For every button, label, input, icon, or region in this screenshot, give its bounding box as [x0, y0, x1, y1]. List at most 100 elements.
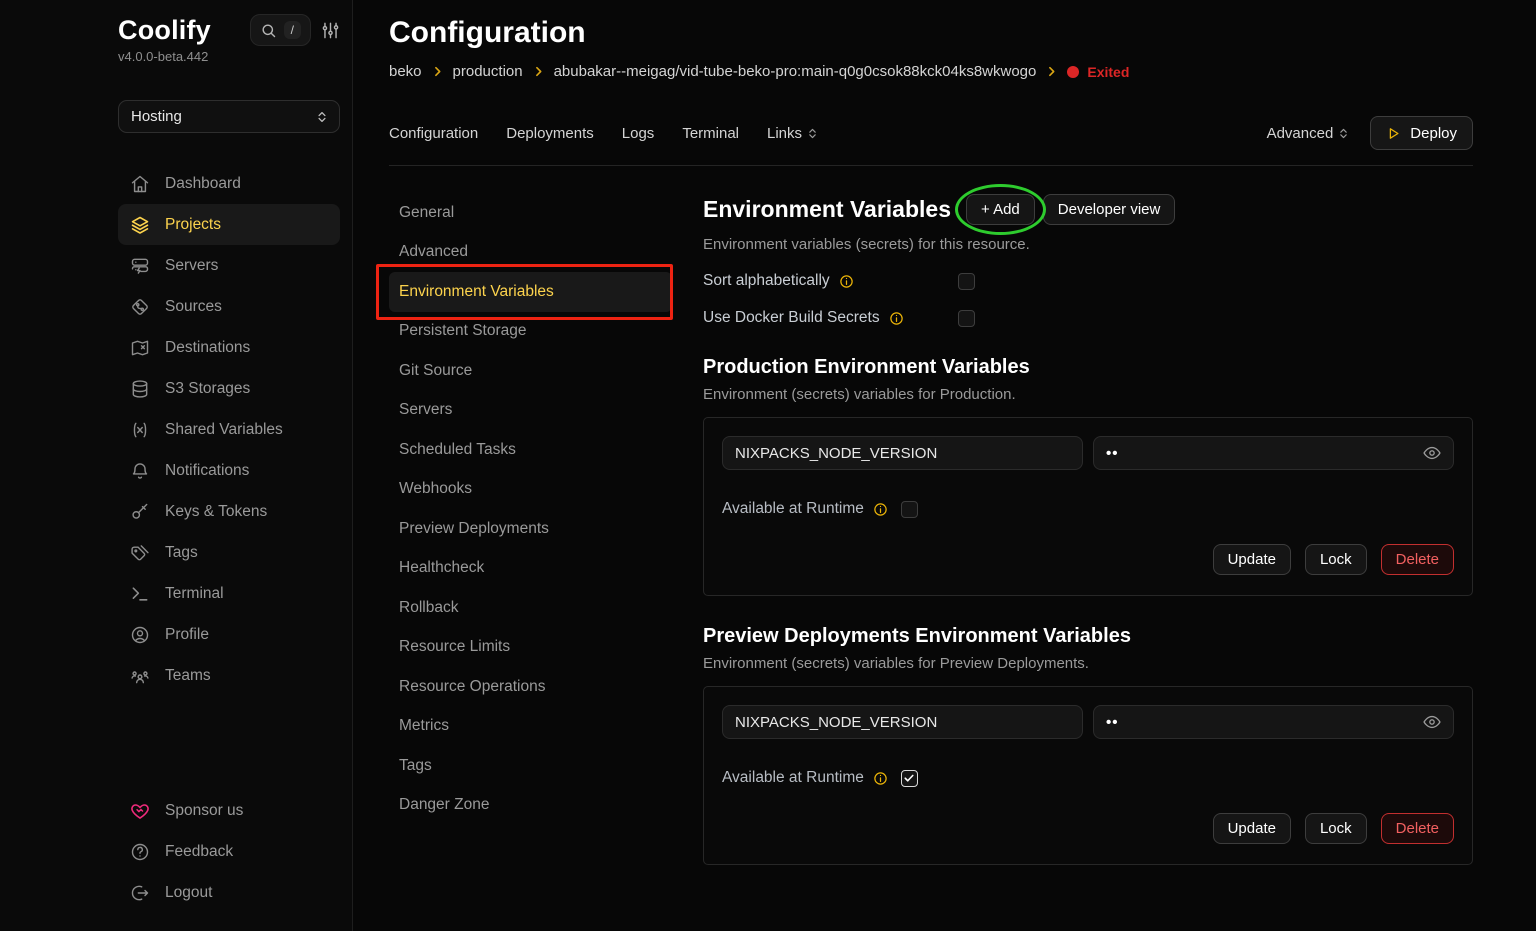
layers-icon [130, 215, 150, 235]
subnav-item-label: Advanced [399, 243, 468, 261]
tab-configuration[interactable]: Configuration [389, 125, 478, 142]
deploy-button-label: Deploy [1410, 125, 1457, 142]
app-window: Coolify / v4.0.0-beta.442 Hosting Dashbo… [0, 0, 1536, 931]
available-at-runtime-checkbox[interactable] [901, 770, 918, 787]
search-button[interactable]: / [250, 14, 311, 46]
subnav-item-label: Scheduled Tasks [399, 441, 516, 459]
subnav-item-healthcheck[interactable]: Healthcheck [389, 549, 672, 589]
subnav-item-servers[interactable]: Servers [389, 391, 672, 431]
info-icon [873, 771, 888, 786]
sidebar-item-s3-storages[interactable]: S3 Storages [118, 368, 340, 409]
docker-build-secrets-label: Use Docker Build Secrets [703, 309, 880, 327]
tab-links[interactable]: Links [767, 125, 819, 142]
sidebar-item-terminal[interactable]: Terminal [118, 573, 340, 614]
git-source-icon [130, 297, 150, 317]
subnav-item-rollback[interactable]: Rollback [389, 588, 672, 628]
sidebar-item-label: Shared Variables [165, 421, 283, 439]
sidebar-item-label: Profile [165, 626, 209, 644]
lock-button[interactable]: Lock [1305, 813, 1367, 844]
status-text: Exited [1087, 64, 1129, 80]
variable-key-input[interactable]: NIXPACKS_NODE_VERSION [722, 436, 1083, 470]
subnav-item-label: Persistent Storage [399, 322, 527, 340]
sidebar-item-destinations[interactable]: Destinations [118, 327, 340, 368]
update-button[interactable]: Update [1213, 813, 1291, 844]
info-icon [889, 311, 904, 326]
tab-deployments[interactable]: Deployments [506, 125, 594, 142]
subnav-item-preview-deployments[interactable]: Preview Deployments [389, 509, 672, 549]
sidebar-nav: Dashboard Projects Servers Sources Desti… [118, 163, 340, 696]
sidebar-item-label: Destinations [165, 339, 250, 357]
docker-build-secrets-row: Use Docker Build Secrets [703, 309, 975, 327]
sidebar-item-sources[interactable]: Sources [118, 286, 340, 327]
subnav-item-label: Webhooks [399, 480, 472, 498]
tab-links-label: Links [767, 125, 802, 142]
deploy-button[interactable]: Deploy [1370, 116, 1473, 150]
sidebar-item-notifications[interactable]: Notifications [118, 450, 340, 491]
team-select[interactable]: Hosting [118, 100, 340, 133]
sidebar-item-label: Feedback [165, 843, 233, 861]
eye-icon[interactable] [1422, 712, 1442, 732]
server-icon [130, 256, 150, 276]
sidebar-item-logout[interactable]: Logout [118, 872, 340, 913]
variable-key-input[interactable]: NIXPACKS_NODE_VERSION [722, 705, 1083, 739]
lock-button[interactable]: Lock [1305, 544, 1367, 575]
subnav-item-resource-limits[interactable]: Resource Limits [389, 628, 672, 668]
breadcrumb-item-resource[interactable]: abubakar--meigag/vid-tube-beko-pro:main-… [554, 63, 1037, 80]
update-button[interactable]: Update [1213, 544, 1291, 575]
main-area: Configuration beko production abubakar--… [353, 0, 1536, 931]
tag-icon [130, 543, 150, 563]
subnav-item-git-source[interactable]: Git Source [389, 351, 672, 391]
env-vars-content: Environment Variables + Add Developer vi… [672, 166, 1473, 931]
sidebar-item-label: Notifications [165, 462, 249, 480]
sidebar-item-sponsor-us[interactable]: Sponsor us [118, 790, 340, 831]
delete-button[interactable]: Delete [1381, 544, 1454, 575]
breadcrumb-item-team[interactable]: beko [389, 63, 422, 80]
subnav-item-label: Rollback [399, 599, 458, 617]
subnav-item-general[interactable]: General [389, 193, 672, 233]
delete-button[interactable]: Delete [1381, 813, 1454, 844]
info-icon [873, 502, 888, 517]
variable-value-input[interactable]: •• [1093, 705, 1454, 739]
sidebar-item-feedback[interactable]: Feedback [118, 831, 340, 872]
tab-bar: Configuration Deployments Logs Terminal … [389, 116, 1473, 166]
sidebar-item-projects[interactable]: Projects [118, 204, 340, 245]
subnav-item-danger-zone[interactable]: Danger Zone [389, 786, 672, 826]
subnav-item-label: Preview Deployments [399, 520, 549, 538]
sidebar-item-tags[interactable]: Tags [118, 532, 340, 573]
eye-icon[interactable] [1422, 443, 1442, 463]
masked-value: •• [1106, 445, 1119, 462]
user-circle-icon [130, 625, 150, 645]
tab-terminal[interactable]: Terminal [682, 125, 739, 142]
docker-build-secrets-checkbox[interactable] [958, 310, 975, 327]
sidebar-item-keys-tokens[interactable]: Keys & Tokens [118, 491, 340, 532]
subnav-item-advanced[interactable]: Advanced [389, 233, 672, 273]
available-at-runtime-checkbox[interactable] [901, 501, 918, 518]
sidebar-item-label: S3 Storages [165, 380, 250, 398]
tab-logs[interactable]: Logs [622, 125, 655, 142]
breadcrumb-item-environment[interactable]: production [453, 63, 523, 80]
add-button[interactable]: + Add [966, 194, 1035, 225]
sidebar-item-servers[interactable]: Servers [118, 245, 340, 286]
chevron-up-down-icon [1337, 127, 1350, 140]
preview-variable-card: NIXPACKS_NODE_VERSION •• Available at Ru… [703, 686, 1473, 865]
variable-value-input[interactable]: •• [1093, 436, 1454, 470]
sidebar-item-shared-variables[interactable]: Shared Variables [118, 409, 340, 450]
subnav-item-metrics[interactable]: Metrics [389, 707, 672, 747]
subnav-item-tags[interactable]: Tags [389, 746, 672, 786]
subnav-item-label: Tags [399, 757, 432, 775]
sidebar-item-profile[interactable]: Profile [118, 614, 340, 655]
subnav-item-resource-operations[interactable]: Resource Operations [389, 667, 672, 707]
sidebar-item-dashboard[interactable]: Dashboard [118, 163, 340, 204]
sidebar-item-teams[interactable]: Teams [118, 655, 340, 696]
bell-icon [130, 461, 150, 481]
settings-sliders-icon[interactable] [321, 21, 340, 40]
subnav-item-persistent-storage[interactable]: Persistent Storage [389, 312, 672, 352]
advanced-dropdown[interactable]: Advanced [1267, 125, 1351, 142]
subnav-item-environment-variables[interactable]: Environment Variables [389, 272, 672, 312]
subnav-item-webhooks[interactable]: Webhooks [389, 470, 672, 510]
sort-alphabetically-label: Sort alphabetically [703, 272, 830, 290]
subnav-item-scheduled-tasks[interactable]: Scheduled Tasks [389, 430, 672, 470]
map-icon [130, 338, 150, 358]
developer-view-button[interactable]: Developer view [1043, 194, 1176, 225]
sort-alphabetically-checkbox[interactable] [958, 273, 975, 290]
